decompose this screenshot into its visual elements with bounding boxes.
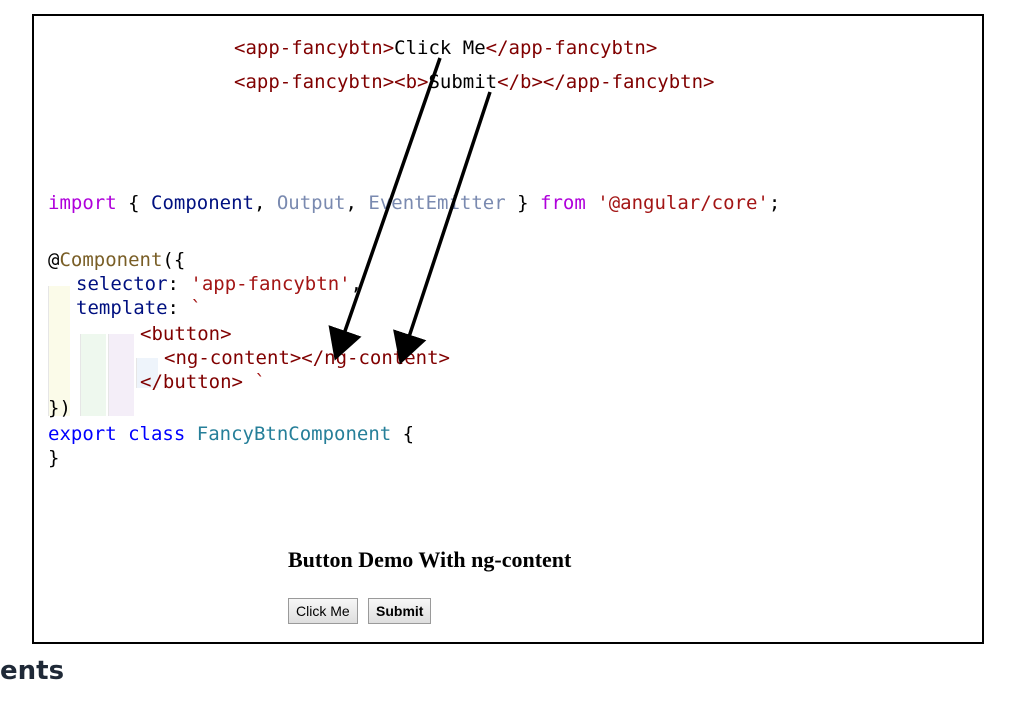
- from-keyword: from: [540, 192, 586, 214]
- code-decorator-line: @Component({: [48, 248, 185, 272]
- figure-frame: <app-fancybtn>Click Me</app-fancybtn> <a…: [32, 14, 984, 644]
- button-close-tag: </button>: [140, 371, 243, 393]
- decorator-open: ({: [162, 249, 186, 271]
- demo-submit-button[interactable]: Submit: [368, 598, 432, 624]
- code-button-open-line: <button>: [140, 322, 232, 346]
- indent-guide-2: [80, 334, 81, 416]
- import-keyword: import: [48, 192, 117, 214]
- template-key: template: [76, 297, 168, 319]
- template-tick: `: [190, 297, 202, 319]
- usage-line-submit: <app-fancybtn><b>Submit</b></app-fancybt…: [234, 70, 714, 94]
- decorator-name: Component: [59, 249, 163, 271]
- demo-click-me-button[interactable]: Click Me: [288, 598, 358, 624]
- decorator-close: }): [48, 397, 71, 419]
- usage-text-click-me: Click Me: [394, 37, 486, 59]
- indent-band-3: [108, 334, 134, 416]
- import-comma-1: ,: [253, 192, 266, 214]
- page: <app-fancybtn>Click Me</app-fancybtn> <a…: [0, 0, 1036, 712]
- usage-close-tag-2: </app-fancybtn>: [542, 71, 715, 93]
- selector-key: selector: [76, 273, 168, 295]
- selector-comma: ,: [350, 273, 363, 295]
- class-brace-open: {: [402, 423, 415, 445]
- import-semicolon: ;: [768, 192, 781, 214]
- import-output: Output: [276, 192, 346, 214]
- import-module-string: '@angular/core': [597, 192, 769, 214]
- code-import-line: import { Component, Output, EventEmitter…: [48, 191, 780, 215]
- indent-guide-3: [108, 334, 109, 416]
- usage-line-click-me: <app-fancybtn>Click Me</app-fancybtn>: [234, 36, 657, 60]
- code-decorator-close-line: }): [48, 396, 71, 420]
- import-brace-open: {: [128, 192, 140, 214]
- code-class-close-line: }: [48, 446, 59, 470]
- code-button-close-line: </button> `: [140, 370, 266, 394]
- code-template-line: template: `: [76, 296, 202, 320]
- selector-value: 'app-fancybtn': [190, 273, 351, 295]
- indent-guide-4: [136, 358, 137, 388]
- ng-content-tag: <ng-content></ng-content>: [164, 347, 450, 369]
- template-close-tick: `: [254, 371, 266, 393]
- usage-open-tag-1: <app-fancybtn>: [234, 37, 395, 59]
- code-export-line: export class FancyBtnComponent {: [48, 422, 414, 446]
- button-open-tag: <button>: [140, 323, 232, 345]
- decorator-at: @: [48, 249, 60, 271]
- demo-title: Button Demo With ng-content: [288, 547, 572, 572]
- usage-text-submit: Submit: [428, 71, 498, 93]
- usage-open-tag-2: <app-fancybtn>: [234, 71, 395, 93]
- code-selector-line: selector: 'app-fancybtn',: [76, 272, 362, 296]
- import-component: Component: [151, 192, 254, 214]
- class-brace-close: }: [48, 447, 60, 469]
- selector-colon: :: [167, 273, 179, 295]
- code-ng-content-line: <ng-content></ng-content>: [164, 346, 450, 370]
- export-keyword: export: [48, 423, 117, 445]
- class-name: FancyBtnComponent: [196, 423, 392, 445]
- footer-text: ents: [0, 656, 65, 686]
- import-brace-close: }: [517, 192, 529, 214]
- class-keyword: class: [128, 423, 186, 445]
- indent-band-2: [80, 334, 106, 416]
- usage-b-close-tag: </b>: [497, 71, 543, 93]
- usage-b-open-tag: <b>: [394, 71, 429, 93]
- usage-close-tag-1: </app-fancybtn>: [485, 37, 658, 59]
- template-colon: :: [167, 297, 179, 319]
- import-event-emitter: EventEmitter: [368, 192, 506, 214]
- import-comma-2: ,: [345, 192, 357, 214]
